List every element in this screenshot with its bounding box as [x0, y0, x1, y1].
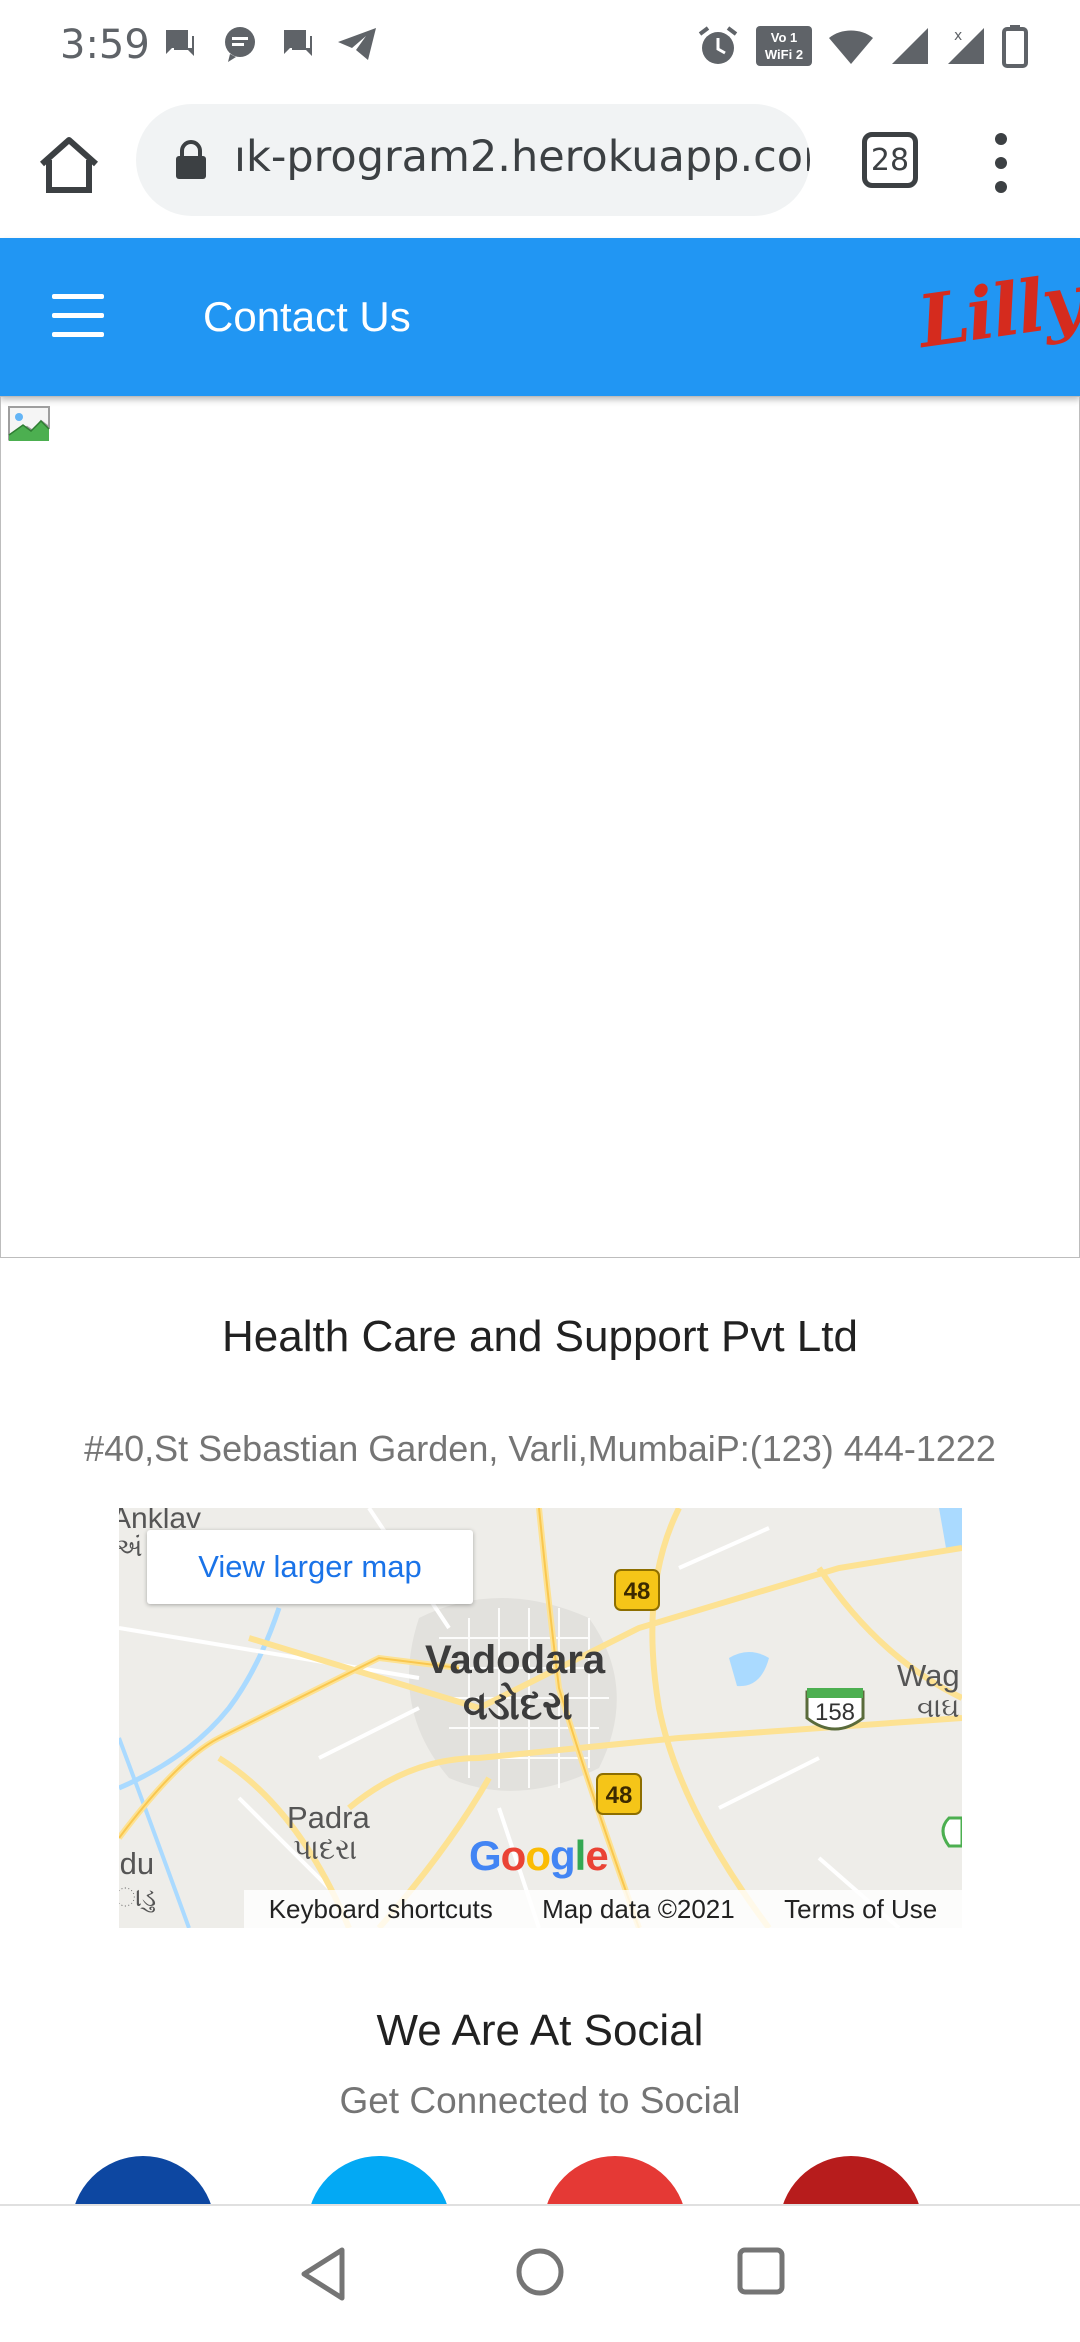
url-text[interactable]: ık-program2.herokuapp.com: [234, 132, 810, 182]
map-edge-local-label: ાડુ: [119, 1882, 157, 1912]
map-footer: Keyboard shortcuts Map data ©2021 Terms …: [244, 1890, 962, 1928]
alarm-icon: [698, 26, 738, 64]
company-name: Health Care and Support Pvt Ltd: [222, 1312, 858, 1361]
browser-toolbar: ık-program2.herokuapp.com 28: [0, 92, 1080, 238]
brand-logo: Lilly: [912, 256, 1080, 365]
back-icon[interactable]: [298, 2246, 348, 2302]
map-city-local-label: વડોદરા: [463, 1684, 573, 1728]
map-edge-local-label: અં: [119, 1532, 143, 1562]
system-nav-bar: [0, 2204, 1080, 2342]
svg-text:48: 48: [606, 1782, 633, 1809]
chat-icon: [284, 30, 312, 56]
chat-icon: [166, 30, 194, 56]
map-data-label: Map data ©2021: [542, 1893, 735, 1924]
vowifi-icon: Vo 1 WiFi 2: [756, 26, 812, 66]
company-address: #40,St Sebastian Garden, Varli,MumbaiP:(…: [84, 1428, 996, 1469]
more-options-icon[interactable]: [986, 130, 1016, 196]
highway-shield-158: 158: [805, 1688, 865, 1731]
map-city-label: Vadodara: [425, 1638, 606, 1682]
social-subtitle: Get Connected to Social: [339, 2080, 741, 2121]
recents-icon[interactable]: [736, 2246, 786, 2296]
highway-shield-48-bottom: 48: [596, 1773, 642, 1815]
svg-text:x: x: [954, 28, 962, 44]
telegram-icon: [338, 28, 376, 60]
page-title: Contact Us: [203, 293, 411, 340]
status-time: 3:59: [60, 22, 150, 68]
terms-of-use-link[interactable]: Terms of Use: [784, 1894, 937, 1925]
message-icon: [225, 27, 255, 62]
menu-icon[interactable]: [52, 294, 104, 338]
map-town-label: Padra: [287, 1800, 370, 1835]
status-bar: 3:59 Vo 1 WiFi 2 x: [0, 0, 1080, 92]
highway-shield-48-top: 48: [614, 1569, 660, 1611]
app-header: Contact Us Lilly: [0, 238, 1080, 396]
keyboard-shortcuts-link[interactable]: Keyboard shortcuts: [269, 1894, 493, 1925]
view-larger-map-link[interactable]: View larger map: [147, 1530, 473, 1604]
battery-icon: [1002, 25, 1028, 68]
address-bar[interactable]: ık-program2.herokuapp.com: [136, 104, 810, 216]
svg-text:48: 48: [624, 1578, 651, 1605]
google-logo: Google: [469, 1832, 609, 1879]
signal-x-icon: x: [948, 28, 984, 64]
lock-icon: [176, 140, 206, 179]
map-town-local-label: પાદરા: [293, 1834, 358, 1866]
social-title: We Are At Social: [376, 2006, 704, 2055]
broken-image-icon: [8, 406, 50, 441]
map-edge-label: ıdu: [119, 1846, 155, 1881]
map-edge-label: Wag: [897, 1658, 960, 1693]
svg-text:158: 158: [815, 1699, 855, 1726]
map-edge-local-label: વાઘ: [917, 1692, 960, 1723]
signal-icon: [892, 28, 928, 64]
home-icon[interactable]: [36, 132, 102, 198]
hero-image: [0, 396, 1080, 1258]
home-nav-icon[interactable]: [514, 2246, 566, 2298]
wifi-icon: [829, 30, 873, 64]
tab-switcher-button[interactable]: 28: [862, 132, 918, 188]
embedded-map[interactable]: 48 48 158 View larger map Vadodara વડોદર…: [119, 1508, 962, 1928]
